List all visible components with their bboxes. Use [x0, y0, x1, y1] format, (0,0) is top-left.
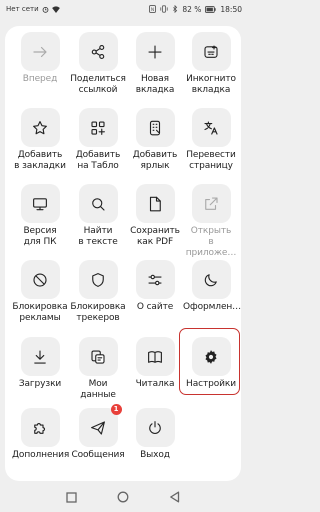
shield-icon: [78, 260, 118, 299]
nfc-icon: N: [149, 5, 157, 13]
menu-item-moon[interactable]: Оформлен…: [183, 260, 242, 313]
menu-item-label: Загрузки: [18, 379, 62, 389]
menu-item-my-data[interactable]: Мои данные: [70, 337, 126, 401]
menu-item-puzzle[interactable]: Дополнения: [12, 408, 70, 461]
menu-item-open-external[interactable]: Открыть в приложе…: [183, 184, 239, 259]
send-icon: 1: [78, 404, 122, 447]
menu-item-translate[interactable]: Перевести страницу: [183, 108, 239, 172]
menu-item-label: Оформлен…: [183, 302, 242, 312]
tableau-add-icon: [78, 108, 118, 147]
menu-item-label: Сообщения: [71, 450, 125, 460]
menu-item-send[interactable]: 1 Сообщения: [70, 404, 126, 461]
status-bar: Нет сети N 82 % 18:50: [0, 0, 246, 18]
menu-item-shortcut[interactable]: Добавить ярлык: [127, 108, 183, 172]
notification-badge: 1: [110, 404, 122, 415]
wifi-icon: [51, 5, 60, 13]
network-status: Нет сети: [6, 5, 39, 13]
home-button[interactable]: [117, 491, 129, 503]
menu-item-download[interactable]: Загрузки: [12, 337, 68, 390]
alarm-icon: [42, 6, 49, 13]
star-icon: [20, 108, 60, 147]
menu-item-plus[interactable]: Новая вкладка: [127, 32, 183, 96]
menu-item-label: Дополнения: [12, 450, 70, 460]
menu-item-label: Сохранить как PDF: [130, 226, 180, 247]
settings-highlight-frame: [179, 328, 240, 395]
menu-item-label: О сайте: [136, 302, 174, 312]
menu-item-arrow-right[interactable]: Вперед: [12, 32, 68, 85]
desktop-icon: [20, 184, 60, 223]
menu-item-label: Версия для ПК: [23, 226, 57, 247]
menu-item-desktop[interactable]: Версия для ПК: [12, 184, 68, 248]
menu-item-label: Новая вкладка: [135, 74, 175, 95]
battery-icon: [205, 5, 217, 13]
battery-level: 82 %: [182, 4, 202, 14]
my-data-icon: [78, 337, 118, 376]
recent-apps-button[interactable]: [66, 491, 77, 503]
menu-item-label: Вперед: [22, 74, 58, 84]
menu-item-label: Добавить на Табло: [75, 150, 121, 171]
power-icon: [135, 408, 175, 447]
menu-item-label: Блокировка трекеров: [70, 302, 126, 323]
menu-item-star[interactable]: Добавить в закладки: [12, 108, 68, 172]
search-icon: [78, 184, 118, 223]
menu-item-sliders[interactable]: О сайте: [127, 260, 183, 313]
menu-item-share[interactable]: Поделиться ссылкой: [70, 32, 126, 96]
menu-item-label: Блокировка рекламы: [12, 302, 68, 323]
arrow-right-icon: [20, 32, 60, 71]
block-icon: [20, 260, 60, 299]
bluetooth-icon: [172, 5, 178, 13]
moon-icon: [191, 260, 231, 299]
clock: 18:50: [220, 4, 242, 14]
puzzle-icon: [20, 408, 60, 447]
system-nav-bar: [0, 482, 246, 512]
incognito-tab-icon: [191, 32, 231, 71]
menu-item-label: Добавить в закладки: [14, 150, 66, 171]
menu-item-label: Перевести страницу: [186, 150, 236, 171]
menu-item-label: Выход: [140, 450, 170, 460]
menu-item-block[interactable]: Блокировка рекламы: [12, 260, 68, 324]
menu-item-label: Мои данные: [80, 379, 116, 400]
menu-item-label: Инкогнито вкладка: [186, 74, 236, 95]
menu-item-pdf[interactable]: Сохранить как PDF: [127, 184, 183, 248]
download-icon: [20, 337, 60, 376]
plus-icon: [135, 32, 175, 71]
shortcut-icon: [135, 108, 175, 147]
menu-item-incognito-tab[interactable]: Инкогнито вкладка: [183, 32, 239, 96]
pdf-icon: [135, 184, 175, 223]
sliders-icon: [135, 260, 175, 299]
menu-item-book[interactable]: Читалка: [127, 337, 183, 390]
svg-text:N: N: [151, 7, 154, 13]
vibrate-icon: [160, 5, 168, 13]
menu-item-shield[interactable]: Блокировка трекеров: [70, 260, 126, 324]
menu-item-label: Найти в тексте: [78, 226, 118, 247]
menu-item-label: Добавить ярлык: [132, 150, 178, 171]
menu-item-power[interactable]: Выход: [127, 408, 183, 461]
book-icon: [135, 337, 175, 376]
back-button[interactable]: [169, 491, 180, 503]
menu-item-label: Читалка: [135, 379, 175, 389]
open-external-icon: [191, 184, 231, 223]
menu-item-label: Открыть в приложе…: [185, 226, 237, 258]
menu-item-tableau-add[interactable]: Добавить на Табло: [70, 108, 126, 172]
translate-icon: [191, 108, 231, 147]
share-icon: [78, 32, 118, 71]
menu-item-search[interactable]: Найти в тексте: [70, 184, 126, 248]
menu-item-label: Поделиться ссылкой: [70, 74, 126, 95]
